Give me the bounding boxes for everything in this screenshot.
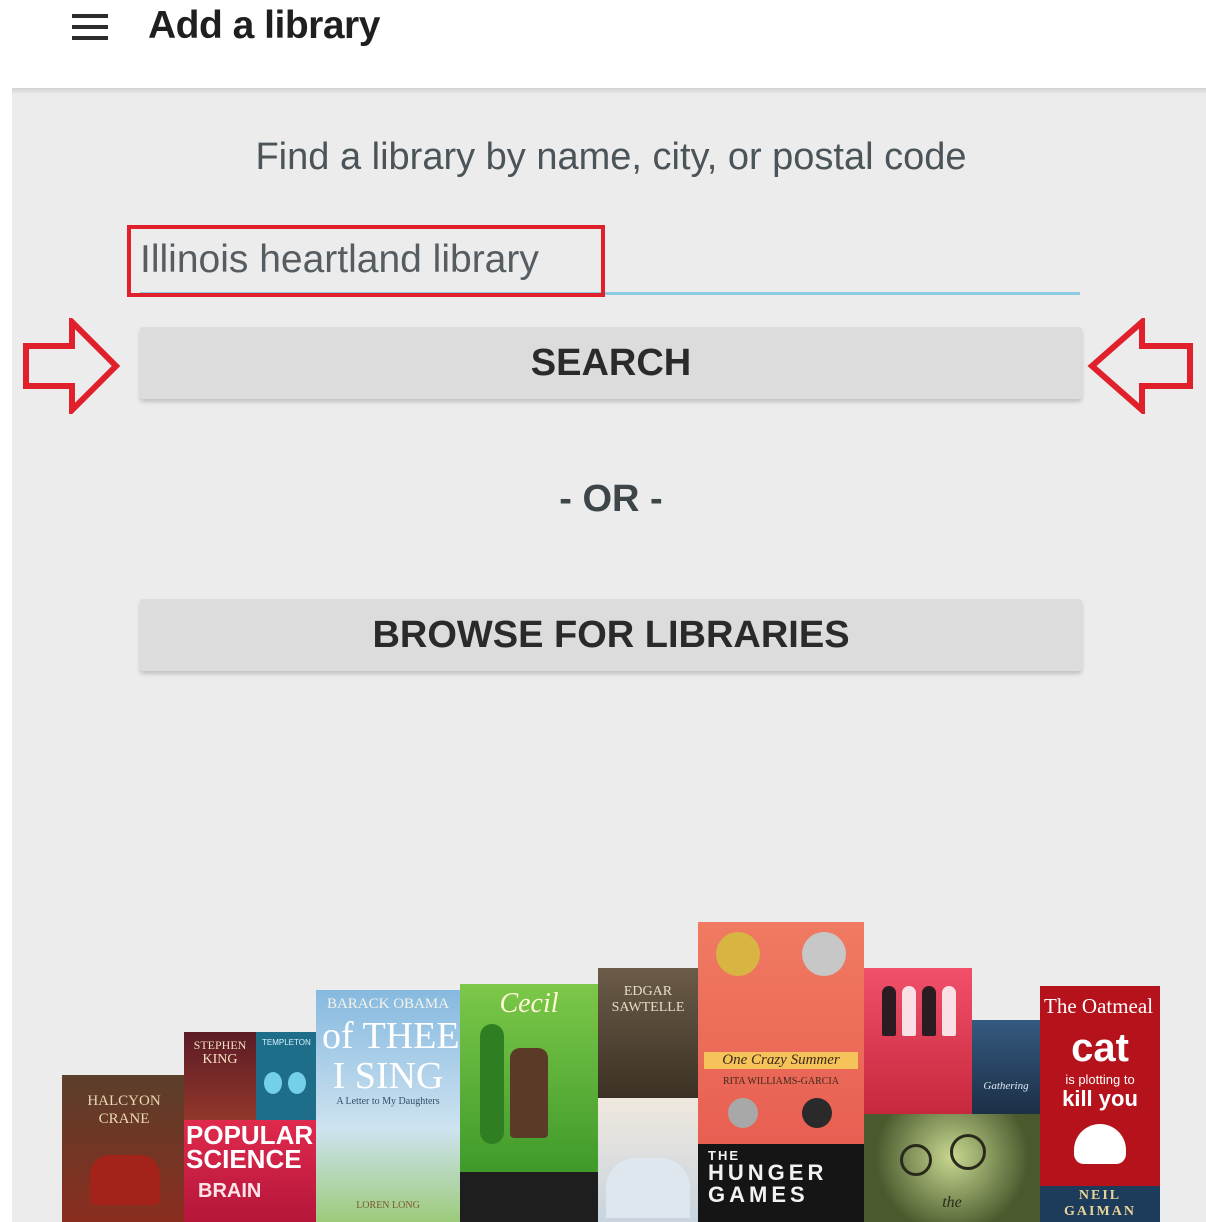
book-title: cat xyxy=(1071,1026,1129,1070)
book-title: STEPHEN xyxy=(193,1038,247,1052)
book-title: SCIENCE xyxy=(186,1144,302,1174)
book-subtitle: is plotting to xyxy=(1065,1072,1135,1087)
book-title: TEMPLETON xyxy=(262,1038,311,1047)
book-cover-pink xyxy=(864,968,972,1114)
book-title: One Crazy Summer xyxy=(704,1052,858,1069)
arrow-right-icon xyxy=(23,318,121,414)
app-bar: Add a library xyxy=(0,0,1206,90)
book-author: BARACK OBAMA xyxy=(326,996,450,1012)
book-covers-banner: HALCYON CRANE STEPHEN KING TEMPLETON POP… xyxy=(62,920,1162,1222)
browse-libraries-button[interactable]: BROWSE FOR LIBRARIES xyxy=(140,599,1082,671)
book-cover-of-thee-i-sing: BARACK OBAMA of THEE I SING A Letter to … xyxy=(316,990,460,1222)
book-author: RITA WILLIAMS-GARCIA xyxy=(723,1076,839,1087)
book-cover-cecil: Cecil xyxy=(460,984,598,1172)
or-divider: - OR - xyxy=(559,478,663,520)
book-cover-halcyon: HALCYON CRANE xyxy=(62,1075,186,1222)
book-subtitle: kill you xyxy=(1062,1086,1138,1111)
book-cover-gathering: Gathering xyxy=(972,1020,1040,1114)
book-cover-hunger-games: THE HUNGER GAMES xyxy=(698,1144,864,1222)
book-title: The Oatmeal xyxy=(1044,994,1154,1018)
book-cover-neil-gaiman: NEIL GAIMAN xyxy=(1040,1186,1160,1222)
book-cover-popular-science: POPULAR SCIENCE BRAIN xyxy=(184,1120,316,1222)
book-cover-oatmeal: The Oatmeal cat is plotting to kill you xyxy=(1040,986,1160,1186)
page-title: Add a library xyxy=(148,4,380,47)
book-title: of THEE xyxy=(322,1015,460,1057)
book-title: the xyxy=(942,1194,962,1211)
arrow-left-icon xyxy=(1087,318,1193,414)
book-title: EDGAR xyxy=(623,984,673,999)
book-author: GAIMAN xyxy=(1064,1204,1136,1219)
book-subtitle: A Letter to My Daughters xyxy=(336,1096,440,1107)
book-illustrator: LOREN LONG xyxy=(356,1200,420,1211)
search-prompt: Find a library by name, city, or postal … xyxy=(255,136,967,178)
menu-icon[interactable] xyxy=(70,12,110,42)
search-input[interactable] xyxy=(140,232,1080,295)
book-cover-dark xyxy=(460,1172,598,1222)
book-title: Gathering xyxy=(983,1080,1029,1092)
book-title: GAMES xyxy=(708,1182,809,1207)
book-title: Cecil xyxy=(499,988,559,1019)
book-cover-templeton: TEMPLETON xyxy=(256,1032,316,1132)
search-button[interactable]: SEARCH xyxy=(140,327,1082,399)
book-cover-clocks: the xyxy=(864,1114,1040,1222)
book-title: KING xyxy=(202,1052,238,1067)
book-title: SAWTELLE xyxy=(611,1000,685,1015)
book-cover-one-crazy-summer: One Crazy Summer RITA WILLIAMS-GARCIA xyxy=(698,922,864,1144)
left-edge xyxy=(0,90,12,1222)
book-cover-edgar-sawtelle: EDGAR SAWTELLE xyxy=(598,968,698,1098)
book-title: HALCYON xyxy=(87,1093,161,1109)
book-cover-light xyxy=(598,1098,698,1222)
book-author: NEIL xyxy=(1078,1188,1122,1203)
book-cover-stephen-king: STEPHEN KING xyxy=(184,1032,256,1132)
book-title: I SING xyxy=(332,1055,444,1097)
book-title: CRANE xyxy=(98,1111,150,1127)
app-bar-shadow xyxy=(12,88,1206,94)
book-title: BRAIN xyxy=(198,1180,262,1202)
